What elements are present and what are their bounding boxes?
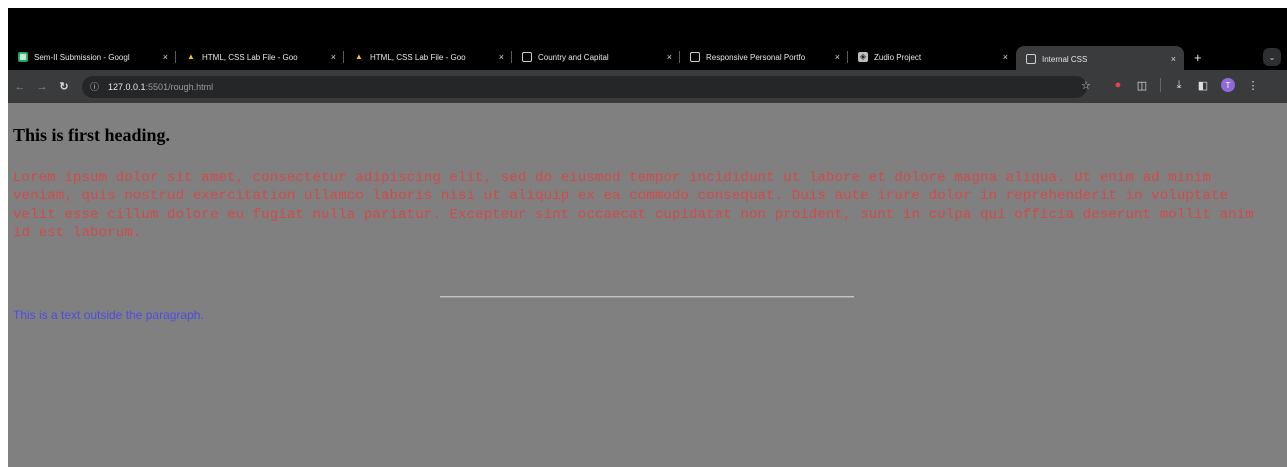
tab-close-icon[interactable]: × — [1171, 54, 1176, 64]
page-heading: This is first heading. — [13, 125, 171, 145]
tab-internal-css[interactable]: Internal CSS × — [1016, 46, 1184, 72]
toolbar-divider — [1160, 78, 1161, 92]
site-info-icon[interactable]: ⓘ — [90, 80, 102, 93]
address-url: 127.0.0.1:5501/rough.html — [108, 82, 213, 92]
sheets-icon: ▦ — [18, 52, 28, 62]
tab-country-and-capital[interactable]: Country and Capital × — [512, 46, 680, 68]
bookmark-star-icon[interactable]: ☆ — [1081, 79, 1091, 92]
reload-icon[interactable]: ↻ — [54, 80, 74, 93]
address-host: 127.0.0.1 — [108, 81, 146, 92]
tab-zudio-project[interactable]: ◈ Zudio Project × — [848, 46, 1016, 68]
page-paragraph: Lorem ipsum dolor sit amet, consectetur … — [13, 170, 1254, 241]
menu-kebab-icon[interactable]: ⋮ — [1247, 79, 1259, 92]
tab-responsive-personal-portfolio[interactable]: Responsive Personal Portfo × — [680, 46, 848, 68]
toolbar-actions: ● ◫ ⤓ ◧ T ⋮ — [1112, 78, 1259, 92]
side-panel-icon[interactable]: ◧ — [1197, 79, 1209, 92]
zudio-icon: ◈ — [858, 52, 868, 62]
tab-title: Internal CSS — [1042, 54, 1088, 64]
tab-search-chevron-icon[interactable]: ⌄ — [1263, 48, 1281, 66]
horizontal-rule — [440, 296, 854, 298]
tab-close-icon[interactable]: × — [1003, 52, 1008, 62]
address-path: :5501/rough.html — [145, 81, 214, 92]
new-tab-button[interactable]: + — [1194, 50, 1202, 65]
browser-toolbar: ← → ↻ ⓘ 127.0.0.1:5501/rough.html ☆ ● ◫ … — [8, 70, 1287, 103]
tab-html-css-lab-file-1[interactable]: ▲ HTML, CSS Lab File - Goo × — [176, 46, 344, 68]
extension-icon[interactable]: ● — [1112, 79, 1124, 91]
tab-title: HTML, CSS Lab File - Goo — [202, 52, 298, 62]
tab-title: Zudio Project — [874, 52, 922, 62]
download-icon[interactable]: ⤓ — [1173, 79, 1185, 92]
tab-sem-ii-submission[interactable]: ▦ Sem-II Submission - Googl × — [8, 46, 176, 68]
tab-title: Sem-II Submission - Googl — [34, 52, 130, 62]
profile-avatar[interactable]: T — [1221, 78, 1235, 92]
address-bar[interactable]: ⓘ 127.0.0.1:5501/rough.html — [82, 75, 1087, 98]
drive-icon: ▲ — [355, 52, 363, 61]
tab-title: Responsive Personal Portfo — [706, 52, 806, 62]
tab-title: Country and Capital — [538, 52, 609, 62]
globe-icon — [690, 52, 700, 62]
extensions-puzzle-icon[interactable]: ◫ — [1136, 79, 1148, 92]
drive-icon: ▲ — [187, 52, 195, 61]
tab-html-css-lab-file-2[interactable]: ▲ HTML, CSS Lab File - Goo × — [344, 46, 512, 68]
outside-paragraph-text: This is a text outside the paragraph. — [13, 308, 204, 322]
tab-close-icon[interactable]: × — [331, 52, 336, 62]
page-viewport: This is first heading. Lorem ipsum dolor… — [8, 103, 1287, 467]
tab-title: HTML, CSS Lab File - Goo — [370, 52, 466, 62]
tab-close-icon[interactable]: × — [499, 52, 504, 62]
globe-icon — [1026, 54, 1036, 64]
tab-strip: ▦ Sem-II Submission - Googl × ▲ HTML, CS… — [8, 44, 1287, 72]
back-arrow-icon[interactable]: ← — [10, 81, 30, 93]
tab-close-icon[interactable]: × — [835, 52, 840, 62]
globe-icon — [522, 52, 532, 62]
tab-close-icon[interactable]: × — [667, 52, 672, 62]
browser-window: ▦ Sem-II Submission - Googl × ▲ HTML, CS… — [8, 8, 1287, 467]
forward-arrow-icon[interactable]: → — [32, 81, 52, 93]
tab-close-icon[interactable]: × — [163, 52, 168, 62]
